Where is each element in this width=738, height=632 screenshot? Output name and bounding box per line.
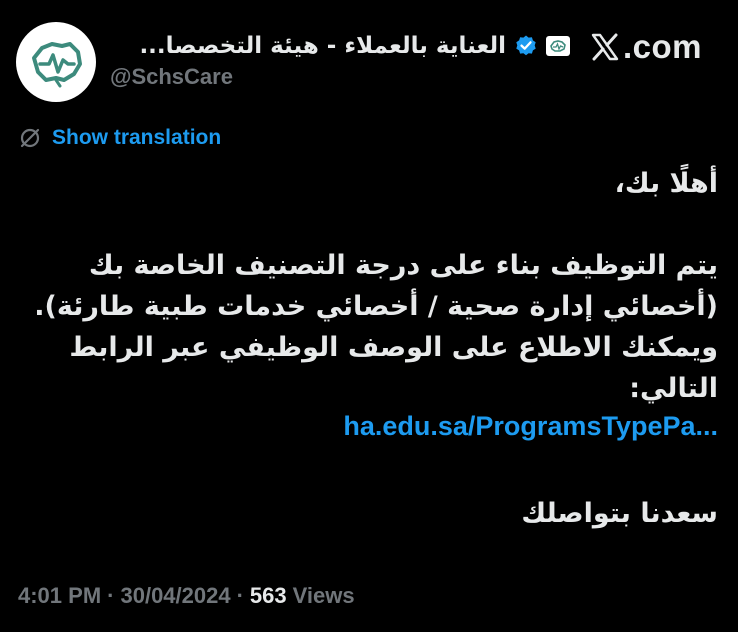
meta-separator: · <box>236 583 244 608</box>
verified-badge-icon <box>516 35 536 56</box>
tweet-date[interactable]: 30/04/2024 <box>120 583 230 609</box>
tweet-link[interactable]: ha.edu.sa/ProgramsTypePa... <box>343 411 718 442</box>
avatar[interactable] <box>16 22 96 102</box>
tweet-closing: سعدنا بتواصلك <box>521 498 718 529</box>
meta-separator: · <box>107 583 115 608</box>
x-logo-icon <box>591 33 619 61</box>
tweet-greeting: أهلًا بك، <box>614 168 718 199</box>
translate-icon <box>20 128 40 148</box>
x-com-wordmark: .com <box>590 28 702 66</box>
tweet-line: التالي: <box>629 373 718 404</box>
schs-logo-icon <box>32 42 82 88</box>
tweet-line: (أخصائي إدارة صحية / أخصائي خدمات طبية ط… <box>34 291 718 322</box>
tweet-meta: 4:01 PM · 30/04/2024 · 563 Views <box>18 583 355 609</box>
author-display-name[interactable]: العناية بالعملاء - هيئة التخصصا... <box>139 33 506 59</box>
x-com-domain: .com <box>622 28 702 65</box>
views-label: Views <box>292 583 355 608</box>
tweet-line: ويمكنك الاطلاع على الوصف الوظيفي عبر الر… <box>69 332 718 363</box>
views-count: 563 <box>249 583 287 608</box>
affiliate-badge-icon <box>546 36 570 56</box>
show-translation-button[interactable]: Show translation <box>18 126 221 150</box>
tweet-paragraph: يتم التوظيف بناء على درجة التصنيف الخاصة… <box>18 245 718 409</box>
tweet-time[interactable]: 4:01 PM <box>18 583 101 609</box>
author-name-row[interactable]: العناية بالعملاء - هيئة التخصصا... <box>110 26 570 66</box>
tweet-line: يتم التوظيف بناء على درجة التصنيف الخاصة… <box>88 250 718 281</box>
show-translation-label[interactable]: Show translation <box>52 126 221 150</box>
author-handle[interactable]: @SchsCare <box>110 64 233 90</box>
